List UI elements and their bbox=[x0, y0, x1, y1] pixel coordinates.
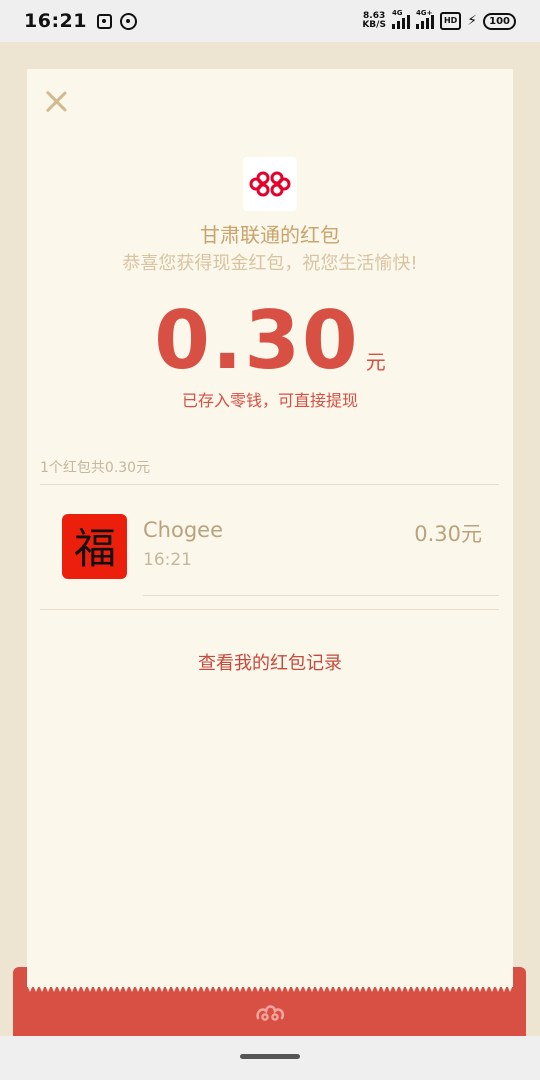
sim1-network-tag: 4G bbox=[391, 9, 403, 17]
record-time: 16:21 bbox=[143, 550, 192, 570]
network-speed: 8.63 KB/S bbox=[362, 12, 386, 30]
avatar: 福 bbox=[62, 514, 127, 579]
sender-logo bbox=[243, 157, 297, 211]
divider bbox=[40, 484, 499, 485]
amount-unit: 元 bbox=[365, 350, 386, 374]
sim2-network-tag: 4G+ bbox=[415, 9, 433, 17]
close-icon[interactable] bbox=[43, 87, 71, 115]
fu-character-icon: 福 bbox=[73, 524, 115, 573]
home-gesture-bar[interactable] bbox=[240, 1054, 300, 1059]
hotspot-icon bbox=[119, 12, 137, 30]
battery-icon: 100 bbox=[483, 12, 516, 30]
list-item[interactable]: 福 Chogee 16:21 0.30元 bbox=[62, 514, 482, 580]
status-notification-icons bbox=[96, 12, 137, 30]
card-zigzag-edge bbox=[27, 985, 513, 992]
packet-summary: 1个红包共0.30元 bbox=[40, 460, 151, 476]
red-packet-detail-card: 甘肃联通的红包 恭喜您获得现金红包，祝您生活愉快! 0.30 元 已存入零钱，可… bbox=[27, 69, 513, 987]
view-history-link[interactable]: 查看我的红包记录 bbox=[27, 649, 513, 675]
volte-hd-icon: HD bbox=[439, 12, 462, 30]
status-time: 16:21 bbox=[24, 10, 87, 32]
divider bbox=[40, 609, 499, 610]
signal-sim1-icon: 4G bbox=[391, 9, 410, 29]
network-speed-unit: KB/S bbox=[362, 20, 386, 30]
amount-value: 0.30 bbox=[154, 294, 360, 387]
status-bar: 16:21 8.63 KB/S 4G 4G+ HD ⚡ 100 bbox=[0, 0, 540, 42]
record-name: Chogee bbox=[143, 518, 223, 542]
charging-icon: ⚡ bbox=[467, 13, 478, 29]
divider bbox=[143, 595, 499, 596]
record-amount: 0.30元 bbox=[414, 522, 482, 546]
deposit-note: 已存入零钱，可直接提现 bbox=[181, 391, 358, 410]
status-indicators: 8.63 KB/S 4G 4G+ HD ⚡ 100 bbox=[362, 9, 516, 30]
greeting-message: 恭喜您获得现金红包，祝您生活愉快! bbox=[122, 253, 418, 274]
china-unicom-logo bbox=[249, 171, 291, 197]
signal-sim2-icon: 4G+ bbox=[415, 9, 434, 29]
received-amount: 0.30 元 bbox=[27, 301, 513, 381]
notification-app-icon bbox=[96, 13, 112, 29]
auspicious-cloud-icon bbox=[256, 1005, 285, 1021]
sender-title: 甘肃联通的红包 bbox=[200, 223, 340, 247]
avatar-glyph: 福 bbox=[73, 524, 115, 573]
